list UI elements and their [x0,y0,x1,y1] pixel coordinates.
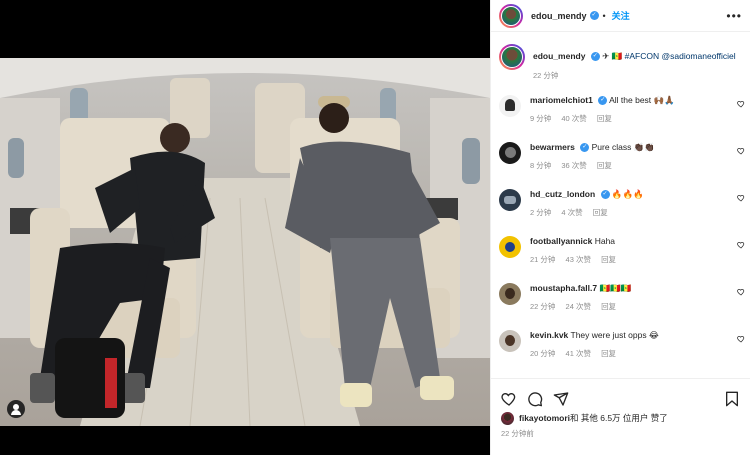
comment-text: Haha [594,236,616,246]
comment-likes[interactable]: 36 次赞 [561,161,586,170]
comment-row: mariomelchiot1 ✓ All the best 🙌🏾🙏🏾 9 分钟 … [499,94,749,125]
reply-button[interactable]: 回复 [593,208,608,217]
comment-time[interactable]: 20 分钟 [530,349,555,358]
caption-time: 22 分钟 [533,71,559,80]
separator-dot: • [602,10,606,21]
like-comment-heart-icon[interactable] [737,100,745,108]
commenter-avatar[interactable] [499,283,521,305]
reply-button[interactable]: 回复 [601,255,616,264]
comment-username[interactable]: mariomelchiot1 [530,95,593,105]
post-caption: edou_mendy ✓ ✈ 🇸🇳 #AFCON @sadiomaneoffic… [491,44,750,82]
commenter-avatar[interactable] [499,330,521,352]
comment-username[interactable]: hd_cutz_london [530,189,595,199]
post-media [0,0,490,455]
verified-badge-icon: ✓ [598,96,608,106]
comment-text: All the best 🙌🏾🙏🏾 [609,95,675,105]
caption-meta: 22 分钟 [533,70,736,82]
liker-avatar[interactable] [501,411,514,425]
commenter-avatar[interactable] [499,189,521,211]
reply-button[interactable]: 回复 [597,114,612,123]
more-options-icon[interactable]: ••• [726,9,742,23]
comment-time[interactable]: 9 分钟 [530,114,551,123]
jet-cabin-photo [0,58,490,426]
caption-username[interactable]: edou_mendy [533,51,585,61]
like-comment-heart-icon[interactable] [737,147,745,155]
comment-icon[interactable] [527,391,543,407]
comment-username[interactable]: kevin.kvk [530,330,568,340]
caption-text: ✈ 🇸🇳 [602,51,625,61]
caption-mention[interactable]: @sadiomaneofficiel [661,51,735,61]
author-avatar[interactable] [499,3,523,28]
comment-username[interactable]: bewarmers [530,142,575,152]
like-comment-heart-icon[interactable] [737,241,745,249]
verified-badge-icon: ✓ [600,190,610,200]
post-timestamp: 22 分钟前 [501,429,534,438]
comment-row: hd_cutz_london ✓ 🔥🔥🔥 2 分钟 4 次赞 回复 [499,188,749,219]
like-comment-heart-icon[interactable] [737,288,745,296]
like-comment-heart-icon[interactable] [737,335,745,343]
tagged-users-icon[interactable] [7,400,25,418]
comment-username[interactable]: moustapha.fall.7 [530,283,597,293]
liker-username[interactable]: fikayotomori [519,413,570,423]
author-username[interactable]: edou_mendy [531,11,587,21]
bookmark-icon[interactable] [725,391,739,407]
comment-likes[interactable]: 24 次赞 [566,302,591,311]
verified-badge-icon: ✓ [589,11,599,20]
comments-list: edou_mendy ✓ ✈ 🇸🇳 #AFCON @sadiomaneoffic… [491,44,750,374]
comment-likes[interactable]: 41 次赞 [566,349,591,358]
commenter-avatar[interactable] [499,236,521,258]
comment-row: bewarmers ✓ Pure class 👏🏿👏🏿 8 分钟 36 次赞 回… [499,141,749,172]
reply-button[interactable]: 回复 [601,302,616,311]
caption-hashtag[interactable]: #AFCON [625,51,659,61]
commenter-avatar[interactable] [499,95,521,117]
comment-time[interactable]: 8 分钟 [530,161,551,170]
reply-button[interactable]: 回复 [601,349,616,358]
commenter-avatar[interactable] [499,142,521,164]
comment-time[interactable]: 22 分钟 [530,302,555,311]
follow-button[interactable]: 关注 [612,9,630,22]
post-header: edou_mendy ✓ • 关注 ••• [491,0,750,32]
action-icons [491,379,750,411]
comment-likes[interactable]: 43 次赞 [566,255,591,264]
comment-likes[interactable]: 4 次赞 [561,208,582,217]
verified-badge-icon: ✓ [580,143,590,153]
likes-summary: fikayotomori 和 其他 6.5万 位用户 赞了 [491,411,750,425]
caption-body: edou_mendy ✓ ✈ 🇸🇳 #AFCON @sadiomaneoffic… [533,44,736,82]
comment-text: They were just opps 😂 [570,330,659,340]
comment-row: kevin.kvk They were just opps 😂 20 分钟 41… [499,329,749,360]
comment-text: 🔥🔥🔥 [611,189,644,199]
comment-row: moustapha.fall.7 🇸🇳🇸🇳🇸🇳 22 分钟 24 次赞 回复 [499,282,749,313]
comment-time[interactable]: 21 分钟 [530,255,555,264]
comment-likes[interactable]: 40 次赞 [561,114,586,123]
caption-avatar[interactable] [499,44,525,70]
post-actions: fikayotomori 和 其他 6.5万 位用户 赞了 22 分钟前 [491,378,750,455]
post-panel: edou_mendy ✓ • 关注 ••• edou_mendy ✓ ✈ 🇸🇳 … [490,0,750,455]
comment-text: Pure class 👏🏿👏🏿 [591,142,655,152]
likes-text[interactable]: 和 其他 6.5万 位用户 赞了 [570,412,668,424]
verified-badge-icon: ✓ [590,52,600,62]
like-comment-heart-icon[interactable] [737,194,745,202]
share-icon[interactable] [553,391,569,407]
comment-text: 🇸🇳🇸🇳🇸🇳 [599,283,632,293]
comment-username[interactable]: footballyannick [530,236,592,246]
like-heart-icon[interactable] [501,391,517,407]
reply-button[interactable]: 回复 [597,161,612,170]
comment-time[interactable]: 2 分钟 [530,208,551,217]
post-photo[interactable] [0,58,490,426]
comment-row: footballyannick Haha 21 分钟 43 次赞 回复 [499,235,749,266]
